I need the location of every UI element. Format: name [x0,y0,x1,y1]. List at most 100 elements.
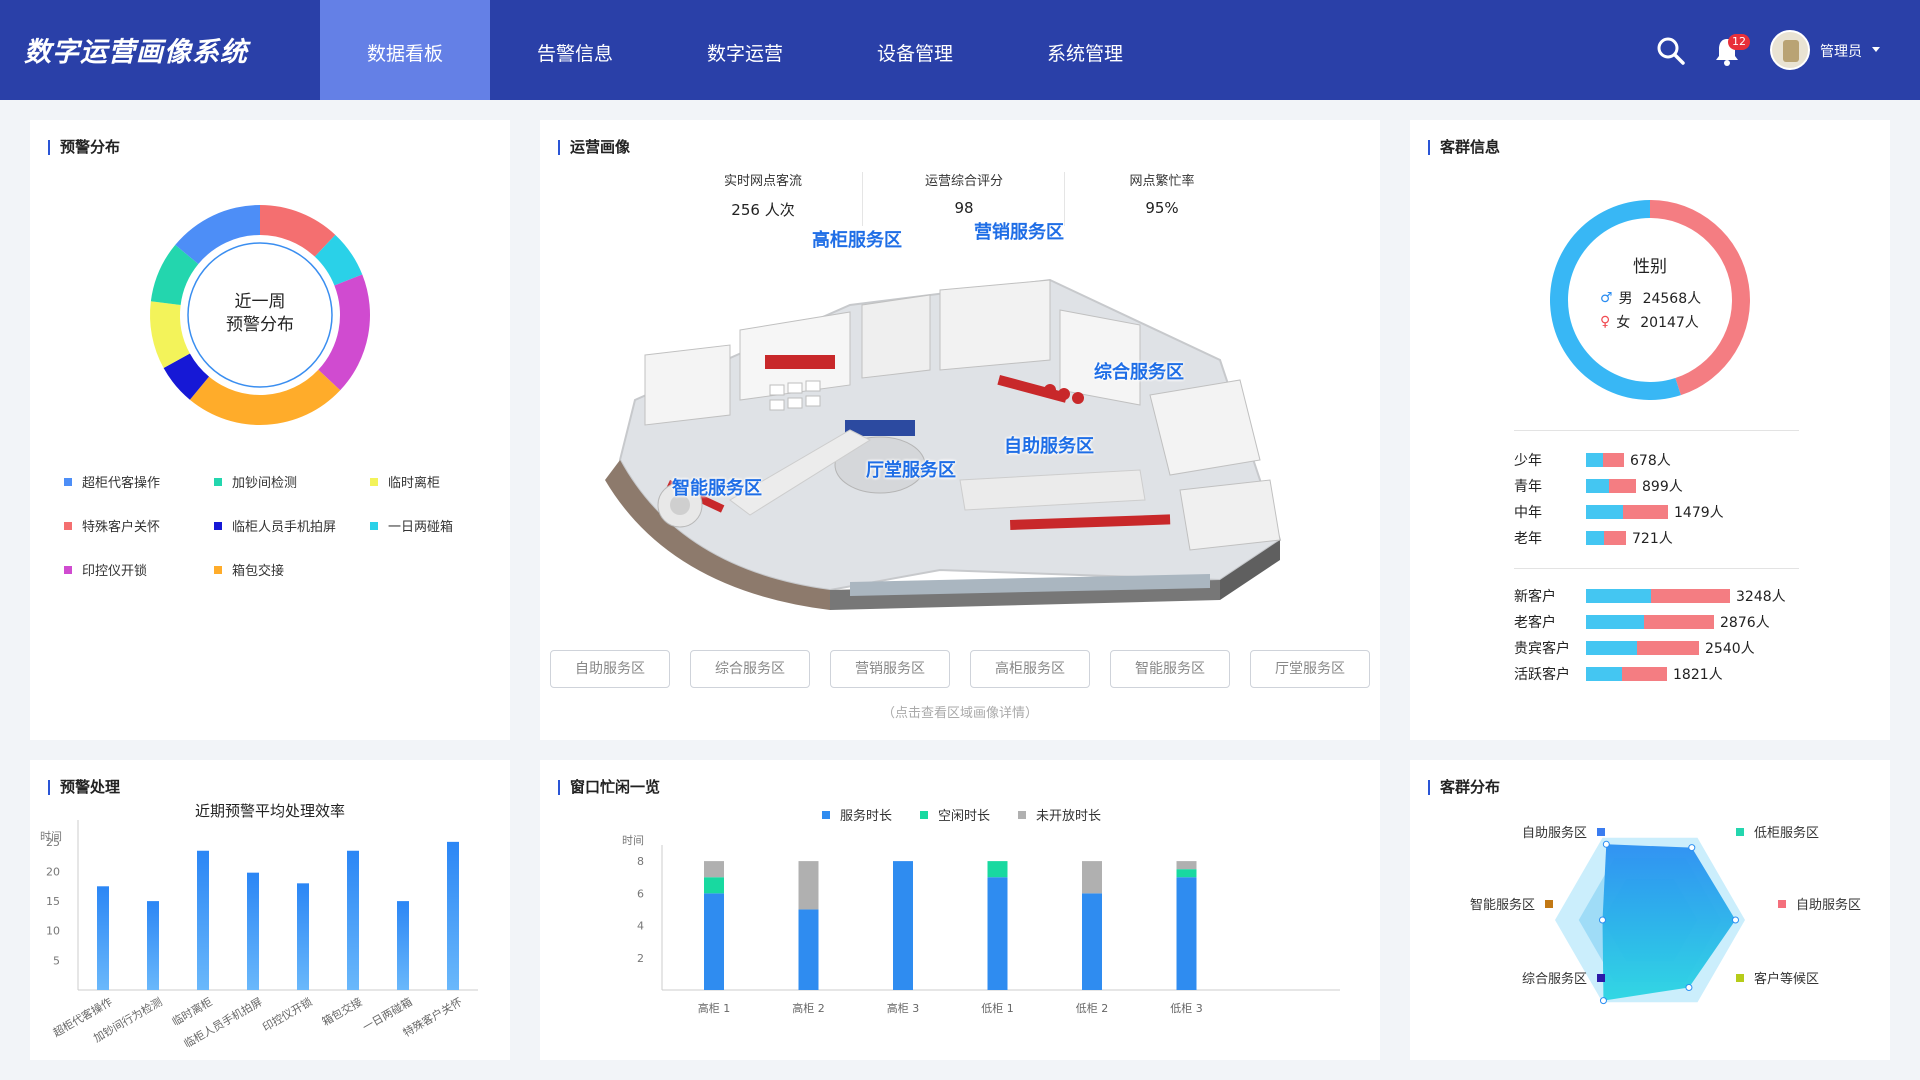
stat-label: 运营综合评分 [924,174,1003,189]
bar-segment [798,909,819,990]
panel-title: 客群信息 [1428,140,1500,155]
panel-title: 预警分布 [48,140,120,155]
bar [1586,505,1668,519]
stat-value: 256 人次 [731,201,795,219]
bar [197,850,209,990]
nav-digital-ops[interactable]: 数字运营 [660,0,830,100]
male-stat: ♂ 男 24568人 [1600,290,1702,307]
search-icon[interactable] [1656,36,1686,66]
bar-segment [893,861,913,990]
alert-donut-chart: 近一周 预警分布 [150,205,370,425]
y-tick-label: 25 [46,836,60,849]
bar [1586,615,1714,629]
zone-button-self-service[interactable]: 自助服务区 [550,650,670,688]
bar-label: 青年 [1514,479,1542,495]
bar [1586,589,1730,603]
donut-segment [318,274,370,391]
y-tick-label: 20 [46,865,60,878]
radar-point [1599,916,1606,924]
bar-label: 新客户 [1514,589,1556,605]
alert-handling-panel: 预警处理 近期预警平均处理效率 时间 5 10 15 20 25 超柜代客操作 加钞间行为检测… [30,760,510,1060]
top-bar: 数字运营画像系统 数据看板 告警信息 数字运营 设备管理 系统管理 12 管理员 [0,0,1920,100]
radar-point [1688,844,1696,852]
map-label-high-counter[interactable]: 高柜服务区 [812,226,902,252]
y-tick-label: 15 [46,895,60,908]
panel-title: 窗口忙闲一览 [558,780,660,795]
bar-value: 2876人 [1720,615,1770,631]
bar [447,841,459,990]
bar [1586,667,1667,681]
radar-label: 综合服务区 [1522,968,1606,987]
bar-label: 少年 [1514,453,1542,469]
bar-label: 贵宾客户 [1514,641,1570,657]
map-label-lobby[interactable]: 厅堂服务区 [866,456,956,482]
window-status-bar-chart: 时间 2 4 6 8 高柜 1 高柜 2 高柜 3 低柜 1 低柜 2 低柜 3 [622,834,1340,1015]
stat-busy-rate: 网点繁忙率 95% [1062,170,1262,217]
radar-label: 低柜服务区 [1736,822,1819,841]
bar [297,883,309,990]
main-nav: 数据看板 告警信息 数字运营 设备管理 系统管理 [320,0,1170,100]
radar-point [1599,997,1607,1005]
zone-hint: （点击查看区域画像详情） [881,706,1038,721]
legend-item: 超柜代客操作 [64,472,160,491]
bar-value: 1821人 [1673,667,1723,683]
bar [1586,531,1626,545]
bar-value: 2540人 [1705,641,1755,657]
user-name[interactable]: 管理员 [1820,41,1862,61]
map-label-smart[interactable]: 智能服务区 [672,474,762,500]
donut-segment [189,369,341,425]
map-label-marketing[interactable]: 营销服务区 [974,218,1064,244]
bar [397,901,409,990]
alert-distribution-panel: 预警分布 近一周 预警分布 超柜代客操作 加钞间检测 临时离柜 特殊客户关怀 临… [30,120,510,740]
stat-value: 95% [1145,199,1179,217]
panel-title: 客群分布 [1428,780,1500,795]
bar-segment [987,861,1008,878]
customer-info-panel: 客群信息 性别 ♂ 男 24568人 ♀ 女 20147人 少年 678人 青年 89… [1410,120,1890,740]
radar-area [1602,844,1736,1001]
bar [1586,453,1624,467]
bar [347,850,359,990]
nav-alerts[interactable]: 告警信息 [490,0,660,100]
x-tick-label: 低柜 2 [1076,1002,1109,1015]
donut-segment [175,205,260,265]
zone-button-marketing[interactable]: 营销服务区 [830,650,950,688]
app-title: 数字运营画像系统 [24,37,248,68]
panel-title: 预警处理 [48,780,120,795]
zone-button-high-counter[interactable]: 高柜服务区 [970,650,1090,688]
map-label-self-service[interactable]: 自助服务区 [1004,432,1094,458]
window-status-panel: 窗口忙闲一览 服务时长 空闲时长 未开放时长 时间 2 4 6 8 高柜 1 高柜 2 高柜 … [540,760,1380,1060]
bar-value: 1479人 [1674,505,1724,521]
avatar[interactable] [1770,30,1810,70]
stat-score: 运营综合评分 98 [864,170,1064,217]
bar-segment [798,861,819,910]
y-tick-label: 8 [637,855,644,868]
x-tick-label: 高柜 1 [698,1001,731,1015]
radar-label: 智能服务区 [1470,894,1554,913]
stat-label: 网点繁忙率 [1129,174,1195,189]
bar [97,886,109,990]
radar-label: 客户等候区 [1736,968,1819,987]
branch-floor-plan[interactable] [580,240,1360,640]
map-label-general[interactable]: 综合服务区 [1094,358,1184,384]
alert-efficiency-bar-chart: 时间510152025超柜代客操作加钞间行为检测 临时离柜临柜人员手机拍屏印控仪开… [40,820,478,1051]
y-tick-label: 6 [637,887,644,900]
nav-system[interactable]: 系统管理 [1000,0,1170,100]
chevron-down-icon[interactable] [1872,47,1880,52]
bar [1586,641,1699,655]
legend-item: 箱包交接 [214,560,284,579]
notification-badge: 12 [1728,34,1750,50]
female-icon: ♀ [1600,314,1611,330]
nav-dashboard[interactable]: 数据看板 [320,0,490,100]
bar-segment [1176,869,1197,878]
nav-devices[interactable]: 设备管理 [830,0,1000,100]
zone-button-general[interactable]: 综合服务区 [690,650,810,688]
bar-segment [987,877,1008,990]
male-icon: ♂ [1600,290,1613,306]
zone-button-lobby[interactable]: 厅堂服务区 [1250,650,1370,688]
bar-label: 中年 [1514,505,1542,521]
bar-label: 老年 [1514,531,1542,547]
zone-button-smart[interactable]: 智能服务区 [1110,650,1230,688]
bar-value: 678人 [1630,453,1671,469]
bar-label: 老客户 [1514,615,1556,631]
bar-segment [1176,877,1197,990]
